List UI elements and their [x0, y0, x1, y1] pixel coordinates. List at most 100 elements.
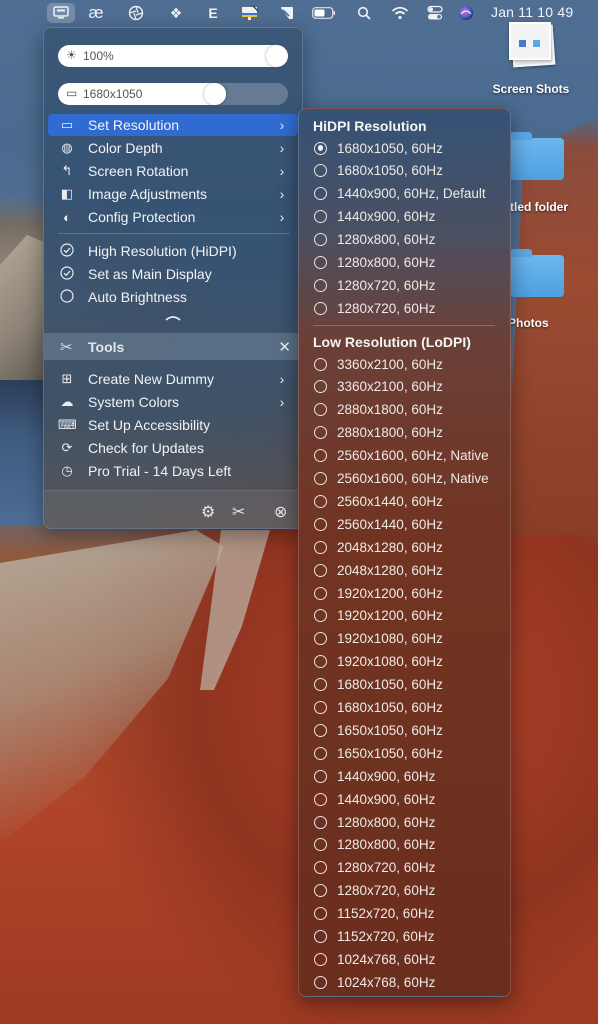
resolution-option[interactable]: 1152x720, 60Hz [305, 903, 505, 925]
desktop-item-untitled-folder[interactable]: tled folder [508, 132, 598, 214]
resolution-option[interactable]: 1280x800, 60Hz [305, 811, 505, 833]
e-icon[interactable]: E [199, 3, 227, 23]
ae-icon[interactable]: æ [82, 3, 110, 23]
radio-icon[interactable] [314, 164, 327, 178]
resolution-option[interactable]: 1440x900, 60Hz [305, 765, 505, 787]
resolution-option[interactable]: 1280x720, 60Hz [305, 274, 505, 296]
brightness-slider-knob[interactable] [266, 45, 288, 67]
resolution-option[interactable]: 1280x800, 60Hz [305, 229, 505, 251]
radio-icon[interactable] [314, 278, 327, 292]
resolution-option[interactable]: 1280x720, 60Hz [305, 880, 505, 902]
resolution-option[interactable]: 2880x1800, 60Hz [305, 399, 505, 421]
menu-item-create-new-dummy[interactable]: ⊞ Create New Dummy › [48, 368, 298, 390]
resolution-option[interactable]: 2048x1280, 60Hz [305, 536, 505, 558]
brightness-slider[interactable]: ☀ 100% [58, 45, 288, 67]
radio-icon[interactable] [314, 494, 327, 508]
resolution-option[interactable]: 2048x1280, 60Hz [305, 559, 505, 581]
resolution-option[interactable]: 1280x720, 60Hz [305, 857, 505, 879]
menu-item-screen-rotation[interactable]: ↰ Screen Rotation › [48, 160, 298, 182]
resolution-option[interactable]: 3360x2100, 60Hz [305, 353, 505, 375]
close-icon[interactable]: ✕ [278, 338, 291, 356]
resolution-option[interactable]: 1280x800, 60Hz [305, 252, 505, 274]
radio-icon[interactable] [314, 472, 327, 485]
desktop-item-screen-shots[interactable]: Screen Shots [486, 20, 576, 96]
resolution-option[interactable]: 1920x1080, 60Hz [305, 628, 505, 650]
radio-icon[interactable] [314, 563, 327, 577]
resolution-option[interactable]: 1920x1200, 60Hz [305, 605, 505, 627]
radio-icon[interactable] [314, 838, 327, 852]
tools-section-header[interactable]: ✂ Tools ✕ [44, 333, 302, 360]
radio-icon[interactable] [314, 426, 327, 440]
radio-icon[interactable] [314, 678, 327, 692]
toggle-auto-brightness[interactable]: Auto Brightness [48, 286, 298, 308]
resolution-option[interactable]: 1650x1050, 60Hz [305, 742, 505, 764]
resolution-option[interactable]: 1680x1050, 60Hz [305, 160, 505, 182]
display-icon[interactable] [47, 3, 75, 23]
desktop-item-photos[interactable]: Photos [508, 249, 598, 330]
radio-icon[interactable] [314, 609, 327, 623]
radio-icon[interactable] [314, 256, 327, 269]
menubar-clock[interactable]: Jan 11 10 49 [491, 4, 573, 20]
radio-icon[interactable] [314, 540, 327, 554]
radio-icon[interactable] [314, 952, 327, 966]
resolution-option[interactable]: 2880x1800, 60Hz [305, 422, 505, 444]
resolution-option[interactable]: 2560x1440, 60Hz [305, 490, 505, 512]
radio-icon[interactable] [314, 210, 327, 224]
radio-icon[interactable] [314, 723, 327, 737]
resolution-option[interactable]: 1440x900, 60Hz, Default [305, 183, 505, 205]
resolution-option[interactable]: 2560x1600, 60Hz, Native [305, 468, 505, 490]
resolution-option[interactable]: 2560x1440, 60Hz [305, 513, 505, 535]
resolution-slider[interactable]: ▭ 1680x1050 [58, 83, 288, 105]
siri-icon[interactable] [452, 3, 480, 23]
toggle-main-display[interactable]: Set as Main Display [48, 263, 298, 285]
radio-icon[interactable] [314, 907, 327, 921]
resolution-option[interactable]: 1024x768, 60Hz [305, 948, 505, 970]
quit-icon[interactable]: ⊗ [274, 502, 287, 522]
resolution-option[interactable]: 1024x768, 60Hz [305, 971, 505, 993]
radio-icon[interactable] [314, 815, 327, 829]
radio-icon[interactable] [314, 403, 327, 417]
radio-icon[interactable] [314, 930, 327, 943]
radio-icon[interactable] [314, 586, 327, 600]
toggle-hidpi[interactable]: High Resolution (HiDPI) [48, 240, 298, 262]
menu-item-pro-trial[interactable]: ◷ Pro Trial - 14 Days Left [48, 460, 298, 482]
radio-icon[interactable] [314, 655, 327, 669]
radio-icon[interactable] [314, 517, 327, 531]
radio-selected-icon[interactable] [314, 141, 327, 155]
resolution-option[interactable]: 1680x1050, 60Hz [305, 674, 505, 696]
wifi-icon[interactable] [386, 3, 414, 23]
radio-icon[interactable] [314, 632, 327, 646]
radio-icon[interactable] [314, 769, 327, 783]
resolution-slider-knob[interactable] [203, 83, 226, 105]
resolution-option[interactable]: 2560x1600, 60Hz, Native [305, 445, 505, 467]
screen-share-icon[interactable] [236, 3, 264, 23]
resolution-option[interactable]: 1680x1050, 60Hz [305, 697, 505, 719]
menu-item-check-for-updates[interactable]: ⟳ Check for Updates [48, 437, 298, 459]
menu-item-set-up-accessibility[interactable]: ⌨ Set Up Accessibility [48, 414, 298, 436]
menu-item-image-adjustments[interactable]: ◧ Image Adjustments › [48, 183, 298, 205]
dropbox-icon[interactable]: ❖ [162, 3, 190, 23]
resolution-option[interactable]: 1440x900, 60Hz [305, 788, 505, 810]
gear-icon[interactable]: ⚙ [201, 502, 215, 522]
radio-icon[interactable] [314, 975, 327, 989]
tools-icon[interactable]: ✂ [232, 502, 245, 522]
aperture-icon[interactable] [122, 3, 150, 23]
radio-icon[interactable] [314, 792, 327, 806]
resolution-option[interactable]: 1650x1050, 60Hz [305, 719, 505, 741]
resolution-option[interactable]: 1280x800, 60Hz [305, 834, 505, 856]
resolution-option[interactable]: 1920x1080, 60Hz [305, 651, 505, 673]
resolution-option[interactable]: 1440x900, 60Hz [305, 206, 505, 228]
menu-item-config-protection[interactable]: ◐ Config Protection › [48, 206, 298, 228]
radio-icon[interactable] [314, 449, 327, 463]
collapse-chevron-up-icon[interactable] [165, 309, 181, 325]
resolution-option[interactable]: 1280x720, 60Hz [305, 297, 505, 319]
menu-item-set-resolution[interactable]: ▭ Set Resolution › [48, 114, 298, 136]
radio-icon[interactable] [314, 380, 327, 394]
menu-item-system-colors[interactable]: ☁ System Colors › [48, 391, 298, 413]
resolution-option[interactable]: 3360x2100, 60Hz [305, 376, 505, 398]
pen-icon[interactable] [273, 3, 301, 23]
resolution-option[interactable]: 1920x1200, 60Hz [305, 582, 505, 604]
radio-icon[interactable] [314, 746, 327, 760]
resolution-option[interactable]: 1680x1050, 60Hz [305, 137, 505, 159]
radio-icon[interactable] [314, 301, 327, 315]
